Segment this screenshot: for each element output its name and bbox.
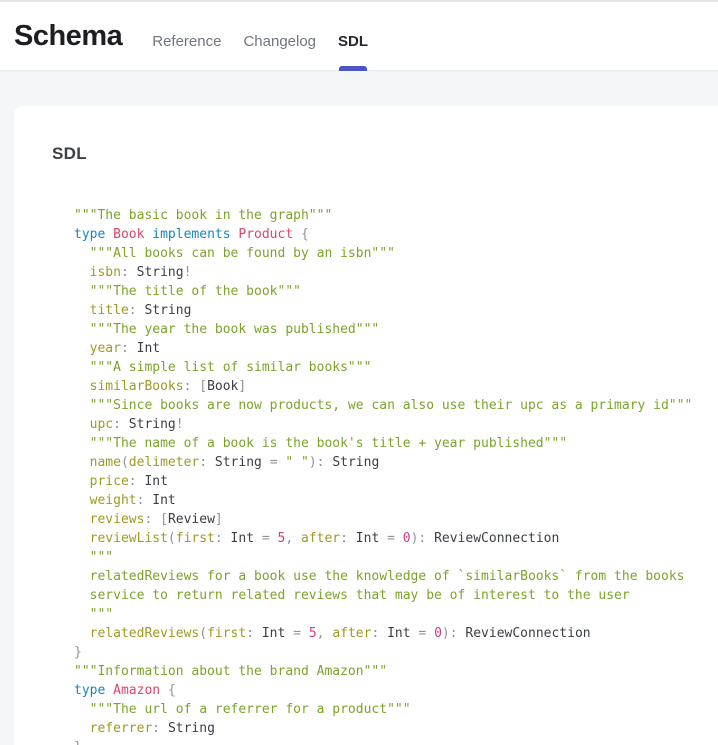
code-line: """ [74,605,698,624]
code-line: """A simple list of similar books""" [74,358,698,377]
tab-sdl-label: SDL [338,33,368,50]
code-line: """The url of a referrer for a product""… [74,700,698,719]
tab-reference[interactable]: Reference [152,2,221,70]
code-line: type Book implements Product { [74,225,698,244]
tab-sdl[interactable]: SDL [338,2,368,70]
code-line: year: Int [74,339,698,358]
code-line: type Amazon { [74,681,698,700]
code-line: name(delimeter: String = " "): String [74,453,698,472]
code-line: """The basic book in the graph""" [74,206,698,225]
code-line: isbn: String! [74,263,698,282]
code-line: """Since books are now products, we can … [74,396,698,415]
code-line: """Information about the brand Amazon""" [74,662,698,681]
code-line: relatedReviews for a book use the knowle… [74,567,698,586]
sdl-card: SDL """The basic book in the graph"""typ… [14,106,718,745]
sdl-heading: SDL [52,144,698,164]
code-line: """The year the book was published""" [74,320,698,339]
code-line: price: Int [74,472,698,491]
tab-bar: Reference Changelog SDL [152,2,390,70]
code-line: similarBooks: [Book] [74,377,698,396]
schema-page: Schema Reference Changelog SDL SDL """Th… [0,0,718,745]
code-line: } [74,738,698,745]
code-line: upc: String! [74,415,698,434]
code-line: weight: Int [74,491,698,510]
code-line: """ [74,548,698,567]
code-line: """The title of the book""" [74,282,698,301]
sdl-code-block: """The basic book in the graph"""type Bo… [74,206,698,745]
content-area: SDL """The basic book in the graph"""typ… [0,71,718,745]
page-header: Schema Reference Changelog SDL [0,2,718,71]
code-line: title: String [74,301,698,320]
code-line: service to return related reviews that m… [74,586,698,605]
code-line: } [74,643,698,662]
tab-changelog[interactable]: Changelog [243,2,316,70]
tab-reference-label: Reference [152,33,221,50]
code-line: reviews: [Review] [74,510,698,529]
active-tab-indicator [339,66,367,71]
code-line: """The name of a book is the book's titl… [74,434,698,453]
code-line: """All books can be found by an isbn""" [74,244,698,263]
page-title: Schema [14,20,122,53]
code-line: relatedReviews(first: Int = 5, after: In… [74,624,698,643]
code-line: referrer: String [74,719,698,738]
tab-changelog-label: Changelog [243,33,316,50]
code-line: reviewList(first: Int = 5, after: Int = … [74,529,698,548]
